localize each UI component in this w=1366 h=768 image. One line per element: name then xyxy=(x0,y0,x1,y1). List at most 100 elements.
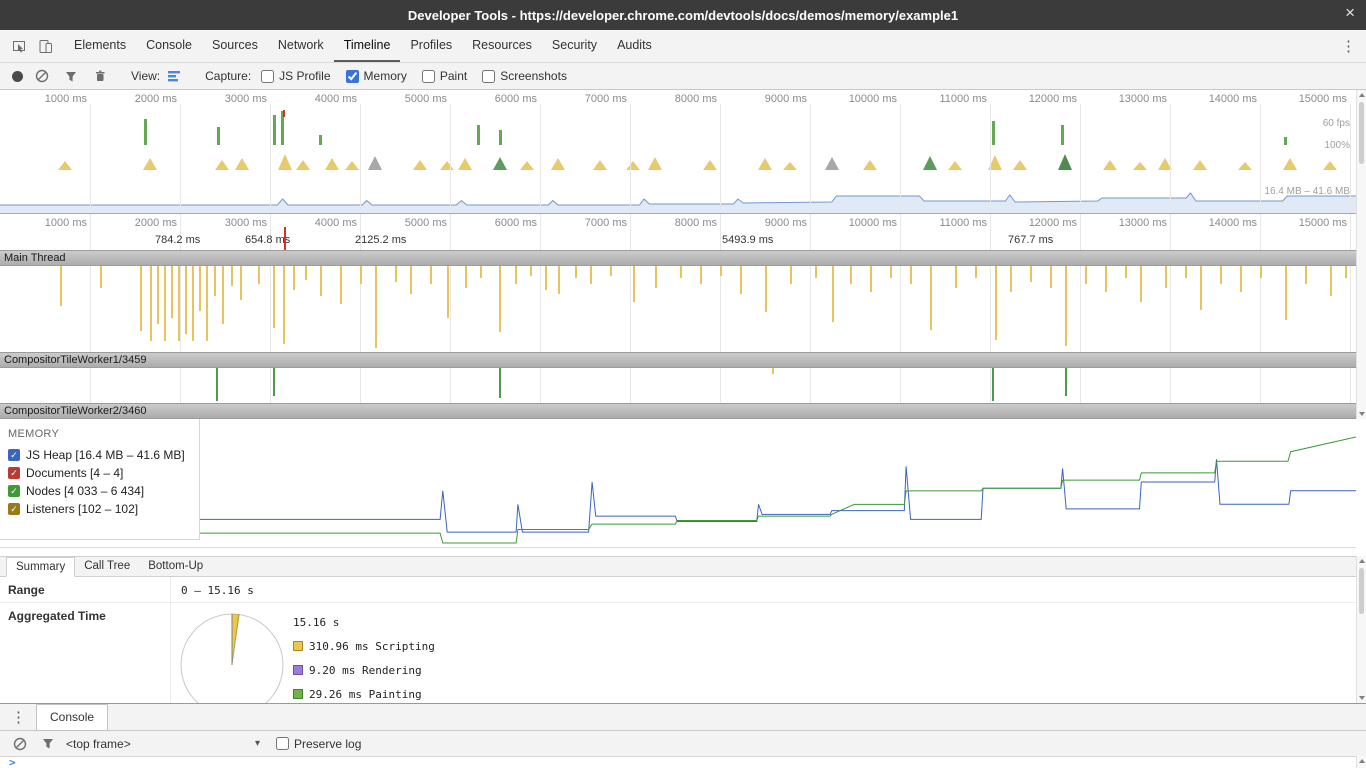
preserve-log-checkbox[interactable] xyxy=(276,737,289,750)
activity-bar[interactable] xyxy=(772,368,774,374)
track-header[interactable]: CompositorTileWorker1/3459 xyxy=(0,352,1356,368)
flame-scrollbar[interactable] xyxy=(1356,90,1366,419)
activity-bar[interactable] xyxy=(1085,266,1087,284)
scroll-thumb[interactable] xyxy=(1359,568,1364,614)
detail-tab-bottom-up[interactable]: Bottom-Up xyxy=(139,557,212,576)
activity-bar[interactable] xyxy=(150,266,152,341)
console-scrollbar[interactable] xyxy=(1356,756,1366,768)
activity-bar[interactable] xyxy=(850,266,852,284)
memory-legend-item[interactable]: ✓Nodes [4 033 – 6 434] xyxy=(0,482,199,500)
inspect-element-icon[interactable] xyxy=(6,34,32,58)
legend-checkbox[interactable]: ✓ xyxy=(8,503,20,515)
memory-legend-item[interactable]: ✓Documents [4 – 4] xyxy=(0,464,199,482)
activity-bar[interactable] xyxy=(1140,266,1142,302)
legend-checkbox[interactable]: ✓ xyxy=(8,485,20,497)
activity-bar[interactable] xyxy=(164,266,166,341)
close-icon[interactable]: × xyxy=(1345,4,1355,21)
activity-bar[interactable] xyxy=(700,266,702,284)
activity-bar[interactable] xyxy=(720,266,722,276)
activity-bar[interactable] xyxy=(995,266,997,340)
trash-icon[interactable] xyxy=(92,68,108,84)
activity-bar[interactable] xyxy=(273,266,275,328)
activity-bar[interactable] xyxy=(240,266,242,300)
activity-bar[interactable] xyxy=(283,266,285,344)
activity-bar[interactable] xyxy=(185,266,187,334)
activity-bar[interactable] xyxy=(1240,266,1242,292)
clear-recording-icon[interactable] xyxy=(34,68,50,84)
activity-bar[interactable] xyxy=(499,266,501,332)
activity-bar[interactable] xyxy=(140,266,142,331)
activity-bar[interactable] xyxy=(410,266,412,294)
scroll-up-icon[interactable] xyxy=(1359,759,1365,763)
preserve-log-option[interactable]: Preserve log xyxy=(276,737,361,751)
tab-resources[interactable]: Resources xyxy=(462,30,542,62)
activity-bar[interactable] xyxy=(1065,266,1067,346)
activity-bar[interactable] xyxy=(815,266,817,278)
tab-audits[interactable]: Audits xyxy=(607,30,662,62)
legend-checkbox[interactable]: ✓ xyxy=(8,449,20,461)
activity-bar[interactable] xyxy=(305,266,307,280)
console-input-area[interactable]: > xyxy=(0,757,1366,768)
activity-bar[interactable] xyxy=(1105,266,1107,292)
activity-bar[interactable] xyxy=(157,266,159,324)
scroll-thumb[interactable] xyxy=(1359,102,1364,164)
capture-js-profile-checkbox[interactable] xyxy=(261,70,274,83)
tab-console[interactable]: Console xyxy=(136,30,202,62)
timeline-overview[interactable]: 60 fps 100% 16.4 MB – 41.6 MB 1000 ms200… xyxy=(0,90,1356,214)
activity-bar[interactable] xyxy=(60,266,62,306)
activity-bar[interactable] xyxy=(375,266,377,348)
activity-bar[interactable] xyxy=(832,266,834,322)
activity-bar[interactable] xyxy=(1010,266,1012,292)
tab-security[interactable]: Security xyxy=(542,30,607,62)
capture-memory[interactable]: Memory xyxy=(346,69,407,83)
tab-elements[interactable]: Elements xyxy=(64,30,136,62)
activity-bar[interactable] xyxy=(178,266,180,341)
activity-bar[interactable] xyxy=(395,266,397,282)
console-clear-icon[interactable] xyxy=(12,736,28,752)
activity-bar[interactable] xyxy=(293,266,295,290)
device-toolbar-icon[interactable] xyxy=(32,34,58,58)
activity-bar[interactable] xyxy=(273,368,275,396)
activity-bar[interactable] xyxy=(465,266,467,288)
activity-bar[interactable] xyxy=(558,266,560,294)
capture-memory-checkbox[interactable] xyxy=(346,70,359,83)
activity-bar[interactable] xyxy=(231,266,233,286)
activity-bar[interactable] xyxy=(1285,266,1287,320)
legend-checkbox[interactable]: ✓ xyxy=(8,467,20,479)
activity-bar[interactable] xyxy=(480,266,482,278)
capture-paint[interactable]: Paint xyxy=(422,69,467,83)
activity-bar[interactable] xyxy=(1050,266,1052,288)
activity-bar[interactable] xyxy=(499,368,501,398)
track-header[interactable]: Main Thread xyxy=(0,250,1356,266)
activity-bar[interactable] xyxy=(340,266,342,304)
activity-bar[interactable] xyxy=(930,266,932,330)
scroll-down-icon[interactable] xyxy=(1359,696,1365,700)
filter-icon[interactable] xyxy=(63,68,79,84)
activity-bar[interactable] xyxy=(199,266,201,311)
activity-bar[interactable] xyxy=(655,266,657,288)
view-mode-icon[interactable] xyxy=(166,68,182,84)
activity-bar[interactable] xyxy=(765,266,767,312)
activity-bar[interactable] xyxy=(870,266,872,292)
activity-bar[interactable] xyxy=(992,368,994,401)
activity-bar[interactable] xyxy=(1330,266,1332,296)
activity-bar[interactable] xyxy=(192,266,194,341)
activity-bar[interactable] xyxy=(610,266,612,276)
activity-bar[interactable] xyxy=(171,266,173,318)
capture-paint-checkbox[interactable] xyxy=(422,70,435,83)
activity-bar[interactable] xyxy=(320,266,322,296)
activity-bar[interactable] xyxy=(1220,266,1222,284)
activity-bar[interactable] xyxy=(1065,368,1067,396)
frame-context-select[interactable]: <top frame> ▾ xyxy=(66,737,262,751)
memory-legend-item[interactable]: ✓Listeners [102 – 102] xyxy=(0,500,199,518)
activity-bar[interactable] xyxy=(575,266,577,278)
detail-tab-summary[interactable]: Summary xyxy=(6,557,75,577)
track-header[interactable]: CompositorTileWorker2/3460 xyxy=(0,403,1356,419)
record-button[interactable] xyxy=(12,71,23,82)
tab-timeline[interactable]: Timeline xyxy=(334,30,401,62)
scroll-down-icon[interactable] xyxy=(1359,412,1365,416)
activity-bar[interactable] xyxy=(1200,266,1202,310)
memory-legend-item[interactable]: ✓JS Heap [16.4 MB – 41.6 MB] xyxy=(0,446,199,464)
activity-bar[interactable] xyxy=(545,266,547,290)
activity-bar[interactable] xyxy=(214,266,216,296)
